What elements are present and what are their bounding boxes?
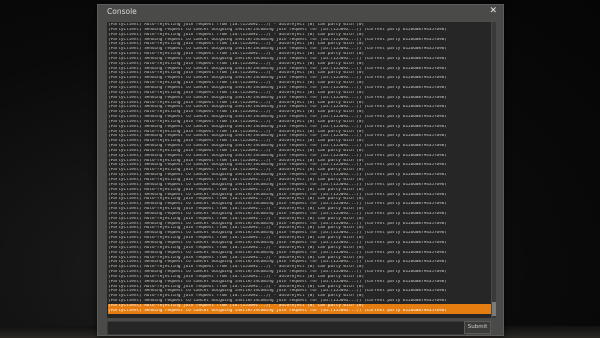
console-title: Console bbox=[107, 7, 137, 16]
console-log: [PartyClient] Auto-rejecting join reques… bbox=[107, 22, 491, 318]
log-scrollbar[interactable] bbox=[492, 22, 496, 318]
close-icon[interactable]: ✕ bbox=[489, 6, 497, 16]
log-lines: [PartyClient] Auto-rejecting join reques… bbox=[107, 22, 491, 314]
console-titlebar[interactable]: Console ✕ bbox=[98, 5, 503, 19]
log-line: [PartyClient] Sending request to cancel … bbox=[108, 308, 491, 314]
console-window: Console ✕ [PartyClient] Auto-rejecting j… bbox=[97, 4, 504, 336]
submit-button[interactable]: Submit bbox=[464, 321, 491, 334]
command-input[interactable] bbox=[107, 321, 466, 335]
scrollbar-thumb[interactable] bbox=[492, 302, 496, 316]
